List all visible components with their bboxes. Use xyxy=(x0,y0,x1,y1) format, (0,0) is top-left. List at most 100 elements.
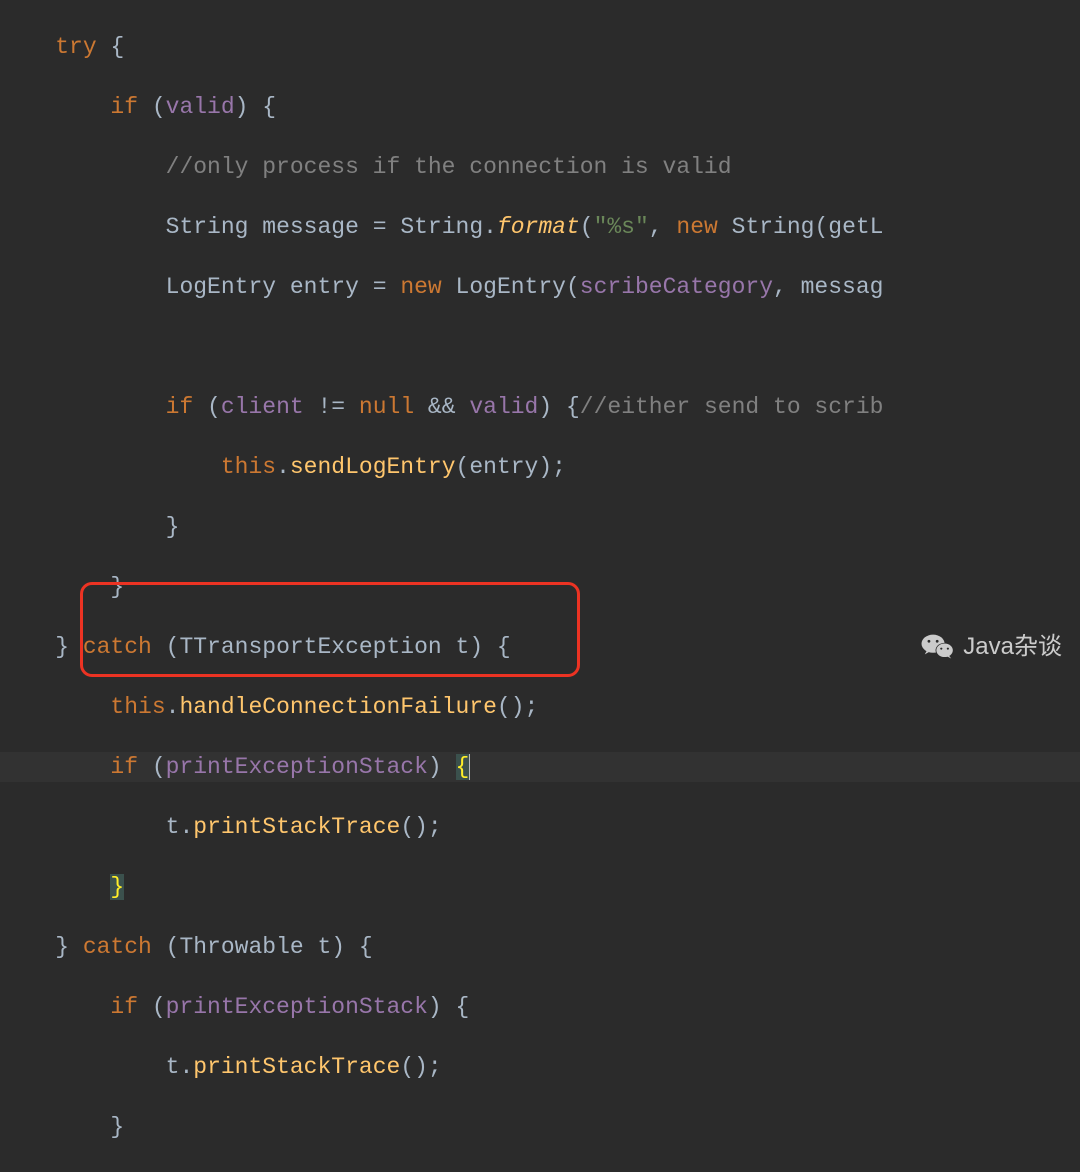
identifier-client: client xyxy=(221,394,304,420)
indent xyxy=(0,754,110,780)
watermark-label: Java杂谈 xyxy=(963,632,1062,662)
space xyxy=(718,214,732,240)
paren-close: ) { xyxy=(331,934,372,960)
variable-entry: entry xyxy=(290,274,359,300)
brace-matched: { xyxy=(456,754,471,780)
paren-open: ( xyxy=(138,994,166,1020)
method-printstacktrace: printStackTrace xyxy=(193,814,400,840)
code-line: } xyxy=(0,572,1080,602)
indent xyxy=(0,694,110,720)
paren-close: ) xyxy=(428,754,456,780)
keyword-catch: catch xyxy=(83,934,152,960)
keyword-new: new xyxy=(400,274,441,300)
watermark: Java杂谈 xyxy=(921,632,1062,662)
paren-close: ) { xyxy=(469,634,510,660)
comment-text: //only process if the connection is vali… xyxy=(166,154,732,180)
keyword-this: this xyxy=(221,454,276,480)
sep: , xyxy=(773,274,801,300)
code-line: if (valid) { xyxy=(0,92,1080,122)
exception-type: Throwable xyxy=(179,934,317,960)
keyword-if: if xyxy=(110,94,138,120)
indent xyxy=(0,574,110,600)
args: (); xyxy=(497,694,538,720)
keyword-null: null xyxy=(359,394,414,420)
dot: . xyxy=(179,1054,193,1080)
brace-close: } xyxy=(110,574,124,600)
string-literal: "%s" xyxy=(594,214,649,240)
identifier-printexceptionstack: printExceptionStack xyxy=(166,994,428,1020)
args: (); xyxy=(400,814,441,840)
paren-open: ( xyxy=(152,634,180,660)
type-logentry: LogEntry xyxy=(166,274,290,300)
code-line-current: if (printExceptionStack) { xyxy=(0,752,1080,782)
param-t: t xyxy=(456,634,470,660)
param-t: t xyxy=(317,934,331,960)
method-handleconnectionfailure: handleConnectionFailure xyxy=(179,694,496,720)
dot: . xyxy=(276,454,290,480)
code-line: String message = String.format("%s", new… xyxy=(0,212,1080,242)
code-line: t.printStackTrace(); xyxy=(0,1052,1080,1082)
args: (); xyxy=(400,1054,441,1080)
wechat-icon xyxy=(921,633,955,661)
keyword-if: if xyxy=(110,994,138,1020)
identifier-valid: valid xyxy=(469,394,538,420)
code-line: this.handleConnectionFailure(); xyxy=(0,692,1080,722)
paren-close: ) { xyxy=(428,994,469,1020)
method-sendlogentry: sendLogEntry xyxy=(290,454,456,480)
class-ref: String( xyxy=(732,214,829,240)
operator-neq: != xyxy=(304,394,359,420)
indent xyxy=(0,514,166,540)
code-line: } xyxy=(0,1112,1080,1142)
paren: ( xyxy=(580,214,594,240)
keyword-if: if xyxy=(166,394,194,420)
indent xyxy=(0,214,166,240)
paren-open: ( xyxy=(152,934,180,960)
code-line: //only process if the connection is vali… xyxy=(0,152,1080,182)
code-line: } xyxy=(0,872,1080,902)
type-string: String xyxy=(166,214,263,240)
indent xyxy=(0,1054,166,1080)
indent xyxy=(0,934,55,960)
comment-text: //either send to scrib xyxy=(580,394,884,420)
code-line: if (client != null && valid) {//either s… xyxy=(0,392,1080,422)
keyword-if: if xyxy=(110,754,138,780)
brace-close: } xyxy=(166,514,180,540)
paren-close: ) { xyxy=(538,394,579,420)
indent xyxy=(0,34,55,60)
identifier-t: t xyxy=(166,814,180,840)
indent xyxy=(0,454,221,480)
code-line: } xyxy=(0,512,1080,542)
code-line: try { xyxy=(0,32,1080,62)
keyword-new: new xyxy=(676,214,717,240)
method-format: format xyxy=(497,214,580,240)
identifier-printexceptionstack: printExceptionStack xyxy=(166,754,428,780)
dot: . xyxy=(166,694,180,720)
code-editor[interactable]: try { if (valid) { //only process if the… xyxy=(0,0,1080,684)
dot: . xyxy=(179,814,193,840)
indent xyxy=(0,1114,110,1140)
brace-close: } xyxy=(55,634,83,660)
brace-matched: } xyxy=(110,874,124,900)
equals: = xyxy=(359,274,400,300)
paren-close: ) { xyxy=(235,94,276,120)
sep: , xyxy=(649,214,677,240)
identifier-t: t xyxy=(166,1054,180,1080)
blank-line xyxy=(0,332,1080,362)
args: (entry); xyxy=(456,454,566,480)
variable-message: message xyxy=(262,214,359,240)
class-ref: String. xyxy=(400,214,497,240)
code-line: } catch (TTransportException t) { xyxy=(0,632,1080,662)
brace-close: } xyxy=(110,1114,124,1140)
code-line: if (printExceptionStack) { xyxy=(0,992,1080,1022)
brace-open: { xyxy=(97,34,125,60)
indent xyxy=(0,874,110,900)
equals: = xyxy=(359,214,400,240)
indent xyxy=(0,814,166,840)
method-printstacktrace: printStackTrace xyxy=(193,1054,400,1080)
arg-messag: messag xyxy=(801,274,884,300)
paren-open: ( xyxy=(138,94,166,120)
space xyxy=(442,274,456,300)
code-line: this.sendLogEntry(entry); xyxy=(0,452,1080,482)
indent xyxy=(0,94,110,120)
identifier-valid: valid xyxy=(166,94,235,120)
